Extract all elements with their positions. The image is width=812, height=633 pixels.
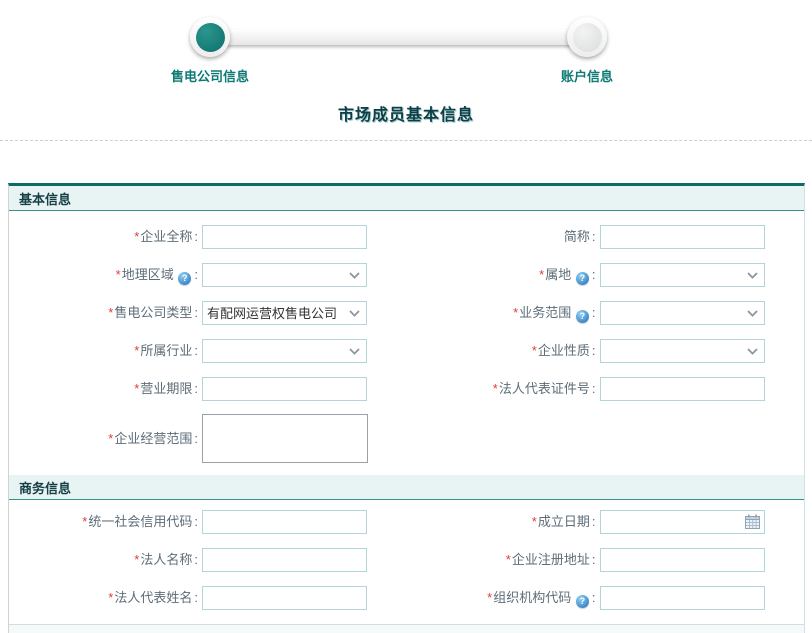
help-icon[interactable]: ? — [576, 310, 589, 323]
wizard-stepper: 售电公司信息 账户信息 — [0, 8, 812, 88]
field-label-enterprise-nature: *企业性质: — [407, 339, 597, 363]
help-icon[interactable]: ? — [576, 272, 589, 285]
enterprise-nature-select[interactable] — [600, 339, 765, 363]
section-business-info: 商务信息 *统一社会信用代码: *成立日期: — [9, 475, 804, 622]
required-marker: * — [82, 514, 87, 529]
short-name-input[interactable] — [600, 225, 765, 249]
geographic-region-select[interactable] — [202, 263, 367, 287]
field-label-business-term: *营业期限: — [9, 377, 199, 401]
field-label-industry: *所属行业: — [9, 339, 199, 363]
required-marker: * — [487, 590, 492, 605]
section-basic-info: 基本信息 *企业全称: 简称: — [9, 186, 804, 475]
required-marker: * — [134, 229, 139, 244]
required-marker: * — [513, 305, 518, 320]
required-marker: * — [108, 590, 113, 605]
legal-rep-name-input[interactable] — [202, 586, 367, 610]
required-marker: * — [108, 305, 113, 320]
industry-select[interactable] — [202, 339, 367, 363]
unified-social-credit-code-input[interactable] — [202, 510, 367, 534]
help-icon[interactable]: ? — [178, 272, 191, 285]
stepper-connector-bar — [212, 30, 586, 45]
required-marker: * — [134, 343, 139, 358]
field-label-short-name: 简称: — [407, 225, 597, 249]
calendar-icon[interactable] — [745, 514, 760, 529]
legal-rep-id-number-input[interactable] — [600, 377, 765, 401]
member-info-form: 基本信息 *企业全称: 简称: — [8, 183, 805, 633]
territory-select[interactable] — [600, 263, 765, 287]
business-scope-select[interactable] — [600, 301, 765, 325]
required-marker: * — [539, 267, 544, 282]
step-2-label: 账户信息 — [517, 66, 657, 85]
field-label-territory: *属地 ?: — [407, 263, 597, 287]
dashed-divider — [0, 140, 812, 141]
section-basic-info-title: 基本信息 — [9, 186, 804, 211]
required-marker: * — [108, 431, 113, 446]
field-label-establishment-date: *成立日期: — [407, 510, 597, 534]
required-marker: * — [532, 514, 537, 529]
step-1-indicator — [190, 17, 230, 57]
company-type-select[interactable]: 有配网运营权售电公司 — [202, 301, 367, 325]
next-section-band-cutoff — [9, 624, 804, 633]
field-label-organization-code: *组织机构代码 ?: — [407, 586, 597, 610]
page-title: 市场成员基本信息 — [0, 101, 812, 125]
field-label-unified-social-credit-code: *统一社会信用代码: — [9, 510, 199, 534]
field-label-registered-address: *企业注册地址: — [407, 548, 597, 572]
organization-code-input[interactable] — [600, 586, 765, 610]
step-2-dot-icon — [573, 23, 602, 52]
legal-person-name-input[interactable] — [202, 548, 367, 572]
step-1-dot-icon — [196, 23, 225, 52]
required-marker: * — [532, 343, 537, 358]
required-marker: * — [134, 381, 139, 396]
field-label-business-scope: *业务范围 ?: — [407, 301, 597, 325]
field-label-legal-rep-name: *法人代表姓名: — [9, 586, 199, 610]
step-2-indicator — [567, 17, 607, 57]
registered-address-input[interactable] — [600, 548, 765, 572]
field-label-business-range: *企业经营范围: — [9, 414, 199, 463]
required-marker: * — [506, 552, 511, 567]
establishment-date-input[interactable] — [600, 510, 765, 534]
field-label-legal-person-name: *法人名称: — [9, 548, 199, 572]
company-full-name-input[interactable] — [202, 225, 367, 249]
section-business-info-title: 商务信息 — [9, 475, 804, 500]
step-1-label: 售电公司信息 — [140, 66, 280, 85]
field-label-company-full-name: *企业全称: — [9, 225, 199, 249]
required-marker: * — [493, 381, 498, 396]
business-term-input[interactable] — [202, 377, 367, 401]
field-label-legal-rep-id-number: *法人代表证件号: — [407, 377, 597, 401]
business-range-textarea[interactable] — [202, 414, 368, 463]
field-label-company-type: *售电公司类型: — [9, 301, 199, 325]
help-icon[interactable]: ? — [576, 595, 589, 608]
field-label-geographic-region: *地理区域 ?: — [9, 263, 199, 287]
required-marker: * — [116, 267, 121, 282]
required-marker: * — [134, 552, 139, 567]
